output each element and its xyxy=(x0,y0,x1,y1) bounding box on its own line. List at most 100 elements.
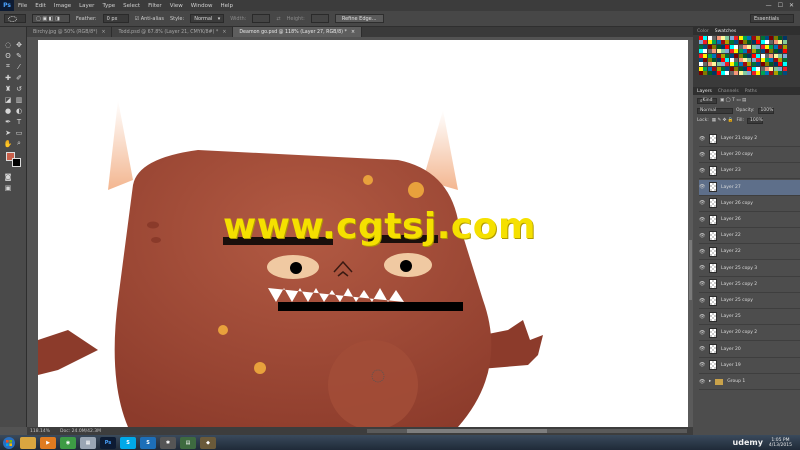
layer-row[interactable]: 👁 Layer 23 xyxy=(699,163,800,180)
crop-tool-icon[interactable]: ⌗ xyxy=(3,62,13,71)
swatch[interactable] xyxy=(729,66,734,71)
swatch[interactable] xyxy=(721,40,725,45)
swatch[interactable] xyxy=(729,49,734,54)
swatch[interactable] xyxy=(782,62,787,67)
clone-stamp-icon[interactable]: ♜ xyxy=(3,84,13,93)
swatch[interactable] xyxy=(712,58,717,62)
swatch[interactable] xyxy=(725,66,730,71)
menu-layer[interactable]: Layer xyxy=(75,3,98,9)
swatch[interactable] xyxy=(782,66,787,71)
swatch[interactable] xyxy=(769,71,774,76)
swatch[interactable] xyxy=(738,44,743,49)
visibility-eye-icon[interactable]: 👁 xyxy=(699,184,705,190)
swatch[interactable] xyxy=(769,36,774,40)
doc-tab-deamon-go[interactable]: Deamon go.psd @ 118% (Layer 27, RGB/8) *… xyxy=(233,27,362,37)
layer-row[interactable]: 👁 Layer 25 copy 2 xyxy=(699,277,800,293)
swatch[interactable] xyxy=(699,49,703,54)
swatch[interactable] xyxy=(734,71,739,76)
swatches-grid[interactable] xyxy=(699,36,795,82)
tab-color[interactable]: Color xyxy=(697,29,709,34)
swatch[interactable] xyxy=(729,53,734,58)
swatch[interactable] xyxy=(765,36,769,40)
swatch[interactable] xyxy=(738,36,743,40)
selection-mode-buttons[interactable]: ▢ ▣ ◧ ◨ xyxy=(32,14,70,23)
chrome-taskbar-icon[interactable]: ◉ xyxy=(60,436,76,449)
swatch[interactable] xyxy=(725,71,730,76)
swatch[interactable] xyxy=(743,71,747,76)
swatch[interactable] xyxy=(760,40,765,45)
swatch[interactable] xyxy=(756,58,761,62)
swatch[interactable] xyxy=(747,58,752,62)
swatch[interactable] xyxy=(716,36,721,40)
visibility-eye-icon[interactable]: 👁 xyxy=(699,200,705,206)
swatch[interactable] xyxy=(703,49,708,54)
calendar-taskbar-icon[interactable]: ▦ xyxy=(80,436,96,449)
swatch[interactable] xyxy=(712,49,717,54)
horizontal-scroll-thumb[interactable] xyxy=(407,429,547,433)
swatch[interactable] xyxy=(773,71,778,76)
maximize-icon[interactable]: ☐ xyxy=(778,2,783,9)
swatch[interactable] xyxy=(743,36,747,40)
layer-row[interactable]: 👁 Layer 25 copy 3 xyxy=(699,261,800,277)
swatch[interactable] xyxy=(765,44,769,49)
lock-icons[interactable]: ▦ ✎ ✥ 🔒 xyxy=(712,118,734,123)
terminal-taskbar-icon[interactable]: ▤ xyxy=(180,436,196,449)
layer-row[interactable]: 👁 Layer 20 copy xyxy=(699,147,800,164)
menu-edit[interactable]: Edit xyxy=(31,3,50,9)
swatch[interactable] xyxy=(765,53,769,58)
swatch[interactable] xyxy=(712,66,717,71)
visibility-eye-icon[interactable]: 👁 xyxy=(699,346,705,352)
swatch[interactable] xyxy=(782,71,787,76)
swatch[interactable] xyxy=(773,36,778,40)
visibility-eye-icon[interactable]: 👁 xyxy=(699,217,705,223)
visibility-eye-icon[interactable]: 👁 xyxy=(699,249,705,255)
swatch[interactable] xyxy=(751,49,756,54)
zoom-level[interactable]: 118.14% xyxy=(30,429,50,434)
swatch[interactable] xyxy=(738,58,743,62)
swatch[interactable] xyxy=(747,66,752,71)
doc-tab-todd[interactable]: Todd.psd @ 67.8% (Layer 21, CMYK/8#) * × xyxy=(112,27,234,37)
swatch[interactable] xyxy=(734,36,739,40)
width-input[interactable] xyxy=(252,14,271,23)
swatch[interactable] xyxy=(769,66,774,71)
swatch[interactable] xyxy=(756,49,761,54)
swatch[interactable] xyxy=(747,53,752,58)
layer-row[interactable]: 👁 Layer 22 xyxy=(699,244,800,261)
visibility-eye-icon[interactable]: 👁 xyxy=(699,379,705,385)
layer-row[interactable]: 👁 Layer 20 copy 2 xyxy=(699,325,800,342)
swatch[interactable] xyxy=(756,62,761,67)
swatch[interactable] xyxy=(707,62,712,67)
swatch[interactable] xyxy=(734,62,739,67)
swatch[interactable] xyxy=(703,40,708,45)
menu-select[interactable]: Select xyxy=(119,3,144,9)
swatch[interactable] xyxy=(782,49,787,54)
quick-select-icon[interactable]: ✎ xyxy=(14,51,24,60)
swatch[interactable] xyxy=(712,40,717,45)
swatch[interactable] xyxy=(703,53,708,58)
swatch[interactable] xyxy=(760,49,765,54)
swatch[interactable] xyxy=(707,53,712,58)
antialias-checkbox[interactable]: ☑ Anti-alias xyxy=(135,16,164,22)
swatch[interactable] xyxy=(773,49,778,54)
swatch[interactable] xyxy=(747,44,752,49)
swatch[interactable] xyxy=(778,58,783,62)
swatch[interactable] xyxy=(773,66,778,71)
blend-mode-select[interactable]: Normal xyxy=(697,107,733,114)
swatch[interactable] xyxy=(747,62,752,67)
swatch[interactable] xyxy=(716,40,721,45)
photoshop-taskbar-icon[interactable]: Ps xyxy=(100,436,116,449)
visibility-eye-icon[interactable]: 👁 xyxy=(699,362,705,368)
swatch[interactable] xyxy=(760,66,765,71)
swatch[interactable] xyxy=(721,71,725,76)
swatch[interactable] xyxy=(751,44,756,49)
chevron-right-icon[interactable]: ▸ xyxy=(709,379,711,384)
layer-row[interactable]: 👁 Layer 21 copy 2 xyxy=(699,131,800,147)
swatch[interactable] xyxy=(729,40,734,45)
swatch[interactable] xyxy=(769,40,774,45)
dodge-tool-icon[interactable]: ◐ xyxy=(14,106,24,115)
screen-mode-icon[interactable]: ▣ xyxy=(3,183,13,192)
swatch[interactable] xyxy=(721,44,725,49)
swatch[interactable] xyxy=(738,66,743,71)
swatch[interactable] xyxy=(773,44,778,49)
opacity-input[interactable]: 100% xyxy=(757,107,774,114)
